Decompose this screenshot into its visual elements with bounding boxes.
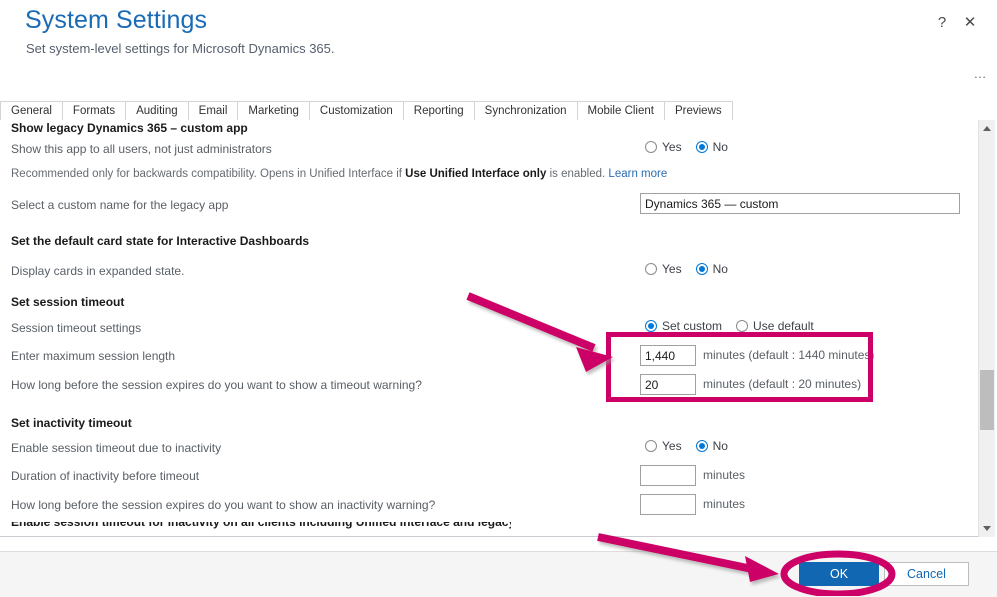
tabstrip-filler (733, 101, 997, 120)
session-timeout-warning-unit: minutes (default : 20 minutes) (703, 377, 862, 391)
session-timeout-warning-label: How long before the session expires do y… (11, 378, 422, 392)
show-app-no-radio[interactable]: No (695, 140, 728, 154)
session-timeout-mode-radio-group: Set custom Use default (645, 319, 828, 333)
tab-general[interactable]: General (0, 101, 63, 120)
radio-label: Yes (662, 439, 682, 453)
radio-label: No (712, 140, 728, 154)
dialog-header: System Settings Set system-level setting… (0, 0, 997, 98)
card-state-section-heading: Set the default card state for Interacti… (11, 234, 310, 248)
inactivity-timeout-section-heading: Set inactivity timeout (11, 416, 132, 430)
help-icon[interactable]: ? (934, 14, 950, 32)
radio-dot-selected-icon (645, 320, 657, 332)
tab-mobile-client[interactable]: Mobile Client (577, 101, 665, 120)
inactivity-warning-input[interactable] (640, 494, 696, 515)
display-cards-radio-group: Yes No (645, 262, 742, 276)
legacy-app-recommendation-text: Recommended only for backwards compatibi… (11, 168, 667, 180)
max-session-length-unit: minutes (default : 1440 minutes) (703, 348, 875, 362)
tab-synchronization[interactable]: Synchronization (474, 101, 578, 120)
set-custom-radio[interactable]: Set custom (645, 319, 722, 333)
close-icon[interactable]: ✕ (962, 14, 978, 32)
triangle-down-icon (983, 526, 991, 531)
clipped-section-heading: Enable session timeout for inactivity on… (11, 522, 511, 531)
inactivity-duration-unit: minutes (703, 468, 746, 482)
custom-legacy-app-name-input[interactable] (640, 193, 960, 214)
inactivity-warning-label: How long before the session expires do y… (11, 498, 436, 512)
show-app-yes-radio[interactable]: Yes (645, 140, 682, 154)
tab-reporting[interactable]: Reporting (403, 101, 475, 120)
inactivity-no-radio[interactable]: No (695, 439, 728, 453)
max-session-length-input[interactable] (640, 345, 696, 366)
display-cards-expanded-label: Display cards in expanded state. (11, 264, 185, 278)
session-timeout-warning-input[interactable] (640, 374, 696, 395)
display-cards-no-radio[interactable]: No (695, 262, 728, 276)
scroll-up-arrow-icon[interactable] (979, 120, 995, 137)
recommendation-bold: Use Unified Interface only (405, 168, 547, 180)
tab-email[interactable]: Email (188, 101, 239, 120)
tab-auditing[interactable]: Auditing (126, 101, 189, 120)
clipped-section-text: Enable session timeout for inactivity on… (11, 522, 511, 529)
display-cards-yes-radio[interactable]: Yes (645, 262, 682, 276)
tab-previews[interactable]: Previews (664, 101, 733, 120)
recommendation-prefix: Recommended only for backwards compatibi… (11, 168, 406, 180)
max-session-length-label: Enter maximum session length (11, 349, 176, 363)
enable-inactivity-timeout-label: Enable session timeout due to inactivity (11, 441, 222, 455)
overflow-menu-icon[interactable]: … (974, 66, 988, 81)
radio-label: Yes (662, 140, 682, 154)
inactivity-duration-label: Duration of inactivity before timeout (11, 469, 200, 483)
scrollbar-thumb[interactable] (980, 370, 994, 430)
cancel-button[interactable]: Cancel (884, 562, 969, 586)
radio-label: Yes (662, 262, 682, 276)
content-scrollbar[interactable] (978, 120, 995, 537)
radio-dot-selected-icon (695, 440, 708, 452)
session-timeout-settings-label: Session timeout settings (11, 321, 142, 335)
show-app-to-all-users-radio-group: Yes No (645, 140, 742, 154)
recommendation-suffix: is enabled. (546, 168, 609, 180)
tab-customization[interactable]: Customization (309, 101, 404, 120)
learn-more-link[interactable]: Learn more (608, 168, 667, 180)
radio-label: Set custom (662, 319, 723, 333)
inactivity-yes-radio[interactable]: Yes (645, 439, 682, 453)
page-title: System Settings (25, 6, 208, 34)
enable-inactivity-timeout-radio-group: Yes No (645, 439, 742, 453)
tab-formats[interactable]: Formats (62, 101, 127, 120)
radio-label: No (712, 439, 728, 453)
radio-label: No (712, 262, 728, 276)
radio-dot-icon (645, 263, 657, 275)
radio-dot-icon (645, 440, 657, 452)
show-app-to-all-users-label: Show this app to all users, not just adm… (11, 142, 272, 156)
radio-dot-selected-icon (695, 263, 708, 275)
content-bottom-divider (0, 536, 978, 537)
radio-label: Use default (753, 319, 814, 333)
radio-dot-icon (645, 141, 657, 153)
ok-button[interactable]: OK (799, 562, 879, 586)
triangle-up-icon (983, 126, 991, 131)
page-subtitle: Set system-level settings for Microsoft … (26, 41, 335, 56)
scroll-down-arrow-icon[interactable] (979, 520, 995, 537)
radio-dot-icon (736, 320, 749, 332)
settings-scroll-pane: Show legacy Dynamics 365 – custom app Sh… (0, 120, 978, 537)
session-timeout-section-heading: Set session timeout (11, 295, 125, 309)
radio-dot-selected-icon (695, 141, 708, 153)
settings-tabstrip: General Formats Auditing Email Marketing… (0, 101, 997, 120)
use-default-radio[interactable]: Use default (736, 319, 814, 333)
inactivity-duration-input[interactable] (640, 465, 696, 486)
tab-marketing[interactable]: Marketing (238, 101, 310, 120)
legacy-app-section-heading: Show legacy Dynamics 365 – custom app (11, 121, 248, 135)
custom-name-label: Select a custom name for the legacy app (11, 198, 229, 212)
inactivity-warning-unit: minutes (703, 497, 746, 511)
